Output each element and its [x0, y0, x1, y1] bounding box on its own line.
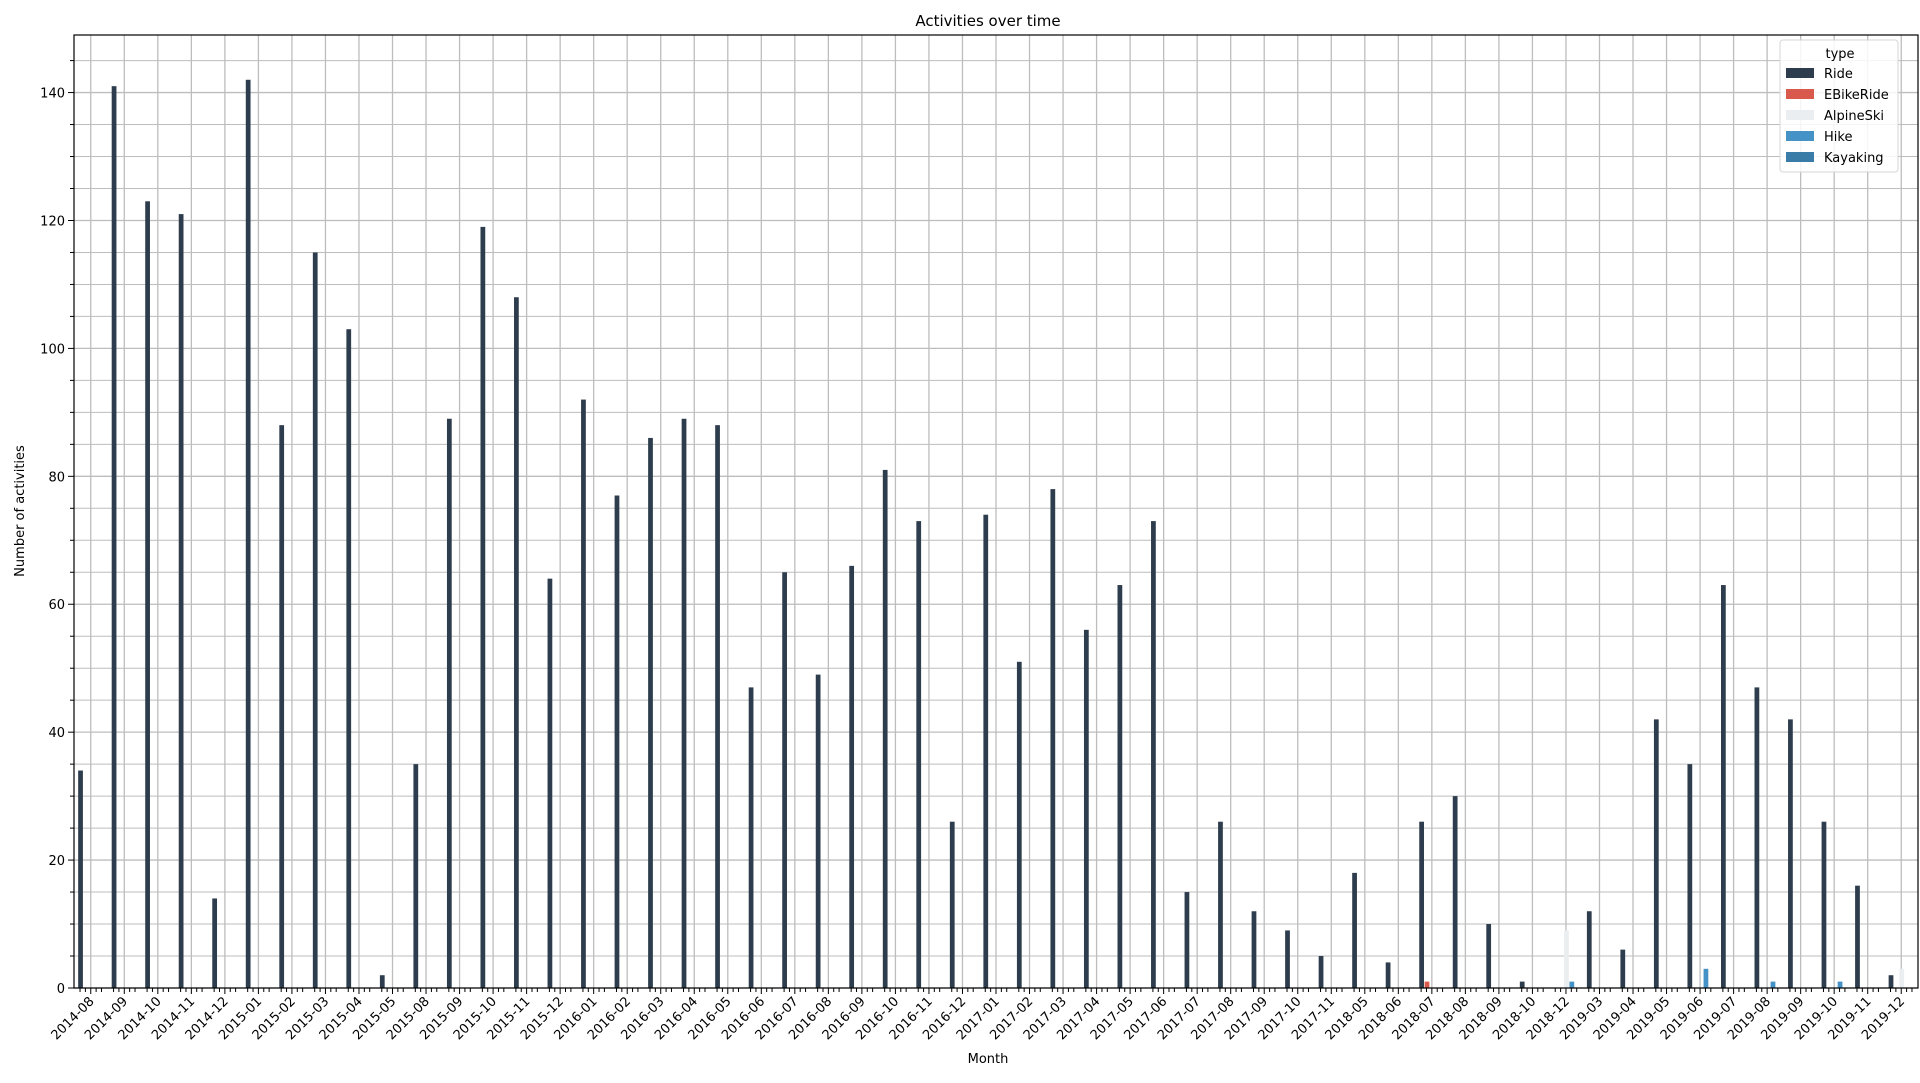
bar-ride — [279, 425, 285, 988]
bar-ride — [1754, 687, 1760, 988]
bar-ride — [1083, 629, 1089, 988]
bar-ride — [111, 86, 117, 988]
bar-ride — [346, 329, 352, 989]
bar-alpineski — [1899, 968, 1905, 988]
bar-ride — [1687, 764, 1693, 988]
bar-ride — [212, 898, 218, 988]
y-axis-label: Number of activities — [13, 445, 28, 577]
bar-ebikeride — [1424, 981, 1430, 988]
bar-ride — [648, 437, 653, 989]
chart-title: Activities over time — [915, 12, 1060, 30]
bar-ride — [178, 214, 184, 988]
bar-ride — [949, 821, 955, 988]
y-axis: 0 20 40 60 80 100 120 140 — [40, 60, 74, 997]
legend-swatch-alpineski — [1786, 110, 1814, 120]
bar-ride — [681, 418, 687, 988]
y-tick-label: 0 — [57, 982, 65, 997]
bar-ride — [916, 521, 922, 988]
bar-ride — [413, 764, 419, 988]
y-tick-label: 120 — [40, 214, 65, 229]
bar-ride — [581, 399, 586, 989]
bar-ride — [1419, 821, 1425, 988]
bar-ride — [1285, 930, 1290, 988]
bar-ride — [882, 469, 888, 989]
bar-ride — [1855, 885, 1860, 988]
bar-ride — [815, 674, 821, 988]
bar-ride — [1352, 872, 1357, 988]
legend-label-hike: Hike — [1824, 130, 1852, 145]
bar-ride — [514, 297, 519, 989]
bar-ride — [715, 425, 720, 988]
bar-ride — [1888, 975, 1894, 988]
x-axis: 2014-082014-092014-102014-112014-122015-… — [49, 988, 1913, 1043]
bar-ride — [547, 578, 553, 988]
legend-label-alpineski: AlpineSki — [1824, 109, 1884, 124]
legend-label-ride: Ride — [1824, 67, 1853, 82]
bar-ride — [1385, 962, 1391, 988]
legend-swatch-hike — [1786, 131, 1814, 141]
bar-hike — [1569, 981, 1575, 988]
y-tick-label: 140 — [40, 87, 65, 102]
bar-ride — [614, 495, 620, 988]
bar-ride — [1620, 949, 1626, 988]
bar-ride — [1117, 585, 1123, 988]
x-axis-label: Month — [968, 1052, 1009, 1067]
bar-ride — [1318, 956, 1324, 988]
bar-ride — [312, 252, 318, 989]
bar-ride — [145, 201, 150, 989]
y-tick-label: 60 — [48, 598, 65, 613]
bar-hike — [1837, 981, 1843, 988]
legend-swatch-kayaking — [1786, 152, 1814, 162]
bar-ride — [1486, 924, 1492, 988]
legend-title: type — [1825, 47, 1854, 62]
y-tick-label: 80 — [48, 470, 65, 485]
legend-label-ebikeride: EBikeRide — [1824, 88, 1889, 103]
bar-hike — [1703, 968, 1709, 988]
bar-ride — [78, 770, 83, 988]
bar-ride — [379, 975, 385, 988]
legend-swatch-ebikeride — [1786, 89, 1814, 99]
legend: type Ride EBikeRide AlpineSki Hike Kayaking — [1779, 39, 1899, 173]
bar-ride — [983, 514, 989, 988]
bar-ride — [1251, 911, 1257, 988]
bar-ride — [1653, 719, 1659, 988]
legend-swatch-ride — [1786, 68, 1814, 78]
bar-ride — [245, 79, 251, 989]
bar-ride — [1519, 981, 1525, 988]
bar-alpineski — [1564, 930, 1569, 988]
bar-ride — [1788, 719, 1793, 988]
y-tick-label: 20 — [48, 854, 65, 869]
bar-ride — [446, 418, 452, 988]
bar-ride — [1720, 585, 1726, 988]
bar-ride — [1050, 489, 1056, 988]
bar-ride — [1452, 796, 1458, 988]
bar-ride — [1151, 521, 1156, 988]
bar-ride — [782, 572, 787, 988]
y-tick-label: 40 — [48, 726, 65, 741]
bar-hike — [1770, 981, 1776, 988]
bar-chart: 0 20 40 60 80 100 120 140 2014-082014-092014-10… — [13, 12, 1919, 1067]
bar-ride — [1821, 821, 1827, 988]
bar-ride — [849, 565, 855, 988]
bar-ride — [748, 687, 754, 988]
bar-ride — [480, 226, 486, 988]
bars — [78, 79, 1905, 989]
y-tick-label: 100 — [40, 342, 65, 357]
bar-ride — [1184, 892, 1190, 988]
bar-ride — [1586, 911, 1592, 988]
bar-ride — [1016, 661, 1022, 988]
bar-ride — [1218, 821, 1223, 988]
legend-label-kayaking: Kayaking — [1824, 151, 1884, 166]
